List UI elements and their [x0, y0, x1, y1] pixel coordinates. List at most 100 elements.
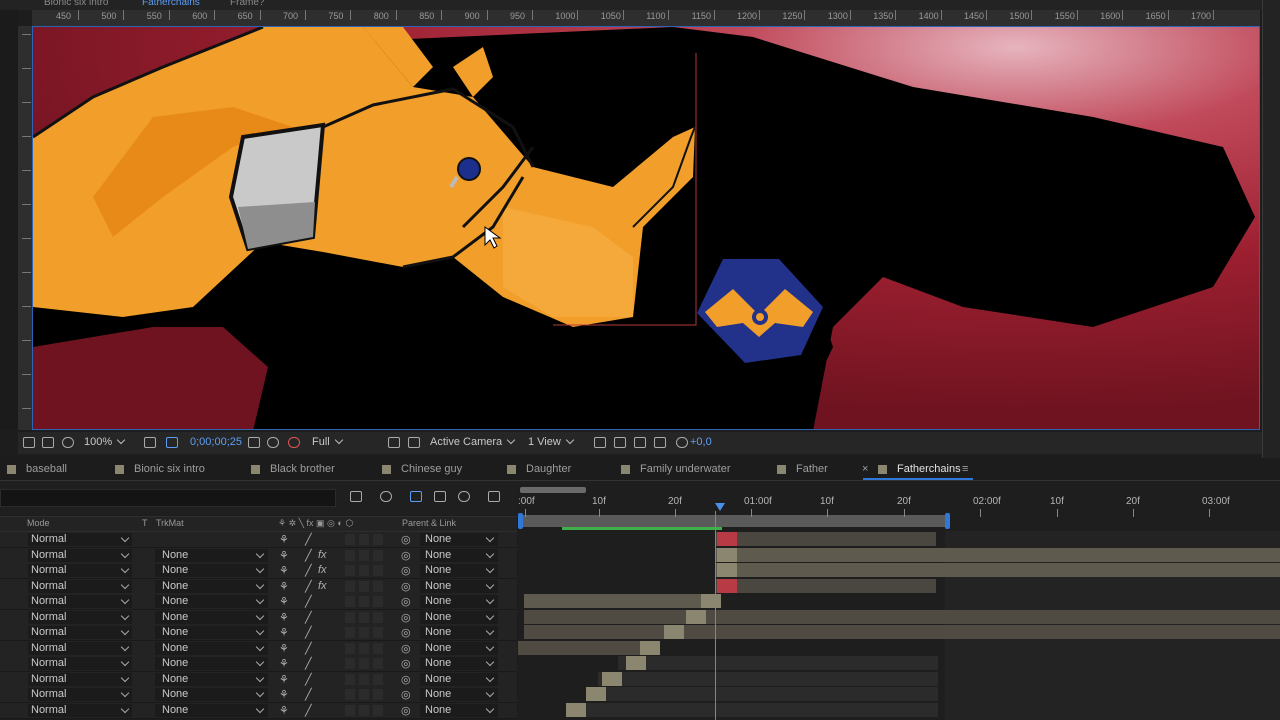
snapshot-panel-icon[interactable] — [23, 437, 35, 448]
switch-cell[interactable] — [373, 611, 383, 623]
layer-duration-bar[interactable] — [524, 609, 1280, 624]
comp-tab[interactable]: Father — [796, 463, 828, 475]
switch-cell[interactable] — [373, 549, 383, 561]
panel-menu-icon[interactable]: ≡ — [962, 463, 968, 475]
comp-tab[interactable]: Chinese guy — [401, 463, 462, 475]
layer-search-input[interactable] — [0, 489, 336, 507]
comp-tab[interactable]: Fatherchains — [897, 463, 961, 475]
reset-exposure-icon[interactable] — [676, 437, 688, 448]
toggle-pixel-aspect-icon[interactable] — [594, 437, 606, 448]
switch-cell[interactable] — [345, 689, 355, 700]
quality-switch-icon[interactable]: ╱ — [305, 564, 312, 577]
camera-select[interactable]: Active Camera — [430, 436, 514, 448]
pick-whip-icon[interactable]: ◎ — [401, 580, 411, 593]
switch-cell[interactable] — [359, 704, 369, 716]
camera-snapshot-icon[interactable] — [248, 437, 260, 448]
channel-color-icon[interactable] — [288, 437, 300, 448]
switch-cell[interactable] — [373, 658, 383, 669]
show-snapshot-icon[interactable] — [267, 437, 279, 448]
switch-cell[interactable] — [359, 627, 369, 638]
mask-icon[interactable] — [62, 437, 74, 448]
shy-switch-icon[interactable]: ⚘ — [279, 688, 289, 701]
switch-cell[interactable] — [359, 580, 369, 592]
layer-row[interactable]: Normal ⚘ ╱ ◎ None — [0, 532, 517, 548]
timeline-icon[interactable] — [634, 437, 646, 448]
grid-toggle-icon[interactable] — [166, 437, 178, 448]
layer-duration-bar[interactable] — [618, 656, 938, 670]
layer-segment[interactable] — [717, 563, 737, 577]
switch-cell[interactable] — [345, 704, 355, 716]
switch-cell[interactable] — [345, 673, 355, 685]
switch-cell[interactable] — [359, 642, 369, 654]
layer-segment[interactable] — [664, 625, 684, 639]
zoom-select[interactable]: 100% — [84, 436, 124, 448]
work-area-end-handle[interactable] — [945, 513, 950, 529]
exposure-value[interactable]: +0,0 — [690, 436, 712, 448]
layer-segment[interactable] — [566, 702, 586, 717]
switch-cell[interactable] — [359, 611, 369, 623]
layer-segment[interactable] — [602, 671, 622, 686]
trkmat-column-header[interactable]: TrkMat — [156, 518, 184, 528]
shy-switch-icon[interactable]: ⚘ — [279, 580, 289, 593]
switch-cell[interactable] — [345, 534, 355, 545]
layer-duration-bar[interactable] — [716, 532, 936, 546]
layer-segment[interactable] — [717, 532, 737, 546]
comp-flowchart-icon[interactable] — [350, 491, 362, 502]
layer-segment[interactable] — [586, 687, 606, 701]
effects-switch-icon[interactable]: fx — [318, 549, 327, 561]
transparency-grid-icon[interactable] — [408, 437, 420, 448]
pick-whip-icon[interactable]: ◎ — [401, 549, 411, 562]
layer-segment[interactable] — [701, 594, 721, 608]
quality-switch-icon[interactable]: ╱ — [305, 580, 312, 593]
panel-tab-fatherchains[interactable]: Fatherchains — [142, 0, 200, 8]
shy-switch-icon[interactable]: ⚘ — [279, 533, 289, 546]
pick-whip-icon[interactable]: ◎ — [401, 595, 411, 608]
switch-cell[interactable] — [373, 534, 383, 545]
comp-tab[interactable]: Family underwater — [640, 463, 730, 475]
playhead-line[interactable] — [715, 511, 716, 720]
quality-switch-icon[interactable]: ╱ — [305, 549, 312, 562]
pick-whip-icon[interactable]: ◎ — [401, 533, 411, 546]
switch-cell[interactable] — [359, 596, 369, 607]
pick-whip-icon[interactable]: ◎ — [401, 688, 411, 701]
fast-previews-icon[interactable] — [614, 437, 626, 448]
pick-whip-icon[interactable]: ◎ — [401, 673, 411, 686]
effects-switch-icon[interactable]: fx — [318, 580, 327, 592]
shy-switch-icon[interactable]: ⚘ — [279, 657, 289, 670]
pick-whip-icon[interactable]: ◎ — [401, 564, 411, 577]
frame-blending-icon[interactable] — [434, 491, 446, 502]
layer-duration-bar[interactable] — [518, 640, 658, 655]
work-area-start-handle[interactable] — [518, 513, 523, 529]
shy-switch-icon[interactable]: ⚘ — [279, 673, 289, 686]
layer-segment[interactable] — [640, 640, 660, 655]
effects-switch-icon[interactable]: fx — [318, 564, 327, 576]
resolution-select[interactable]: Full — [312, 436, 342, 448]
shy-switch-icon[interactable]: ⚘ — [279, 626, 289, 639]
pick-whip-icon[interactable]: ◎ — [401, 626, 411, 639]
layer-segment[interactable] — [626, 656, 646, 670]
switch-cell[interactable] — [359, 534, 369, 545]
layer-row[interactable]: Normal None ⚘ ╱ fx ◎ None — [0, 563, 517, 579]
layer-duration-bar[interactable] — [578, 702, 938, 717]
shy-switch-icon[interactable]: ⚘ — [279, 549, 289, 562]
quality-switch-icon[interactable]: ╱ — [305, 626, 312, 639]
layer-row[interactable]: Normal None ⚘ ╱ ◎ None — [0, 640, 517, 657]
switch-cell[interactable] — [345, 580, 355, 592]
quality-switch-icon[interactable]: ╱ — [305, 611, 312, 624]
switch-cell[interactable] — [345, 611, 355, 623]
switch-cell[interactable] — [373, 627, 383, 638]
switch-cell[interactable] — [345, 549, 355, 561]
layer-row[interactable]: Normal None ⚘ ╱ ◎ None — [0, 702, 517, 719]
pick-whip-icon[interactable]: ◎ — [401, 657, 411, 670]
current-timecode[interactable]: 0;00;00;25 — [190, 436, 242, 448]
switch-cell[interactable] — [373, 565, 383, 576]
flowchart-icon[interactable] — [654, 437, 666, 448]
switch-cell[interactable] — [359, 658, 369, 669]
switch-cell[interactable] — [373, 580, 383, 592]
switch-cell[interactable] — [345, 627, 355, 638]
time-navigator[interactable] — [520, 487, 586, 493]
switch-cell[interactable] — [359, 689, 369, 700]
layer-duration-bar[interactable] — [716, 578, 936, 593]
layer-row[interactable]: Normal None ⚘ ╱ ◎ None — [0, 609, 517, 626]
region-icon[interactable] — [144, 437, 156, 448]
